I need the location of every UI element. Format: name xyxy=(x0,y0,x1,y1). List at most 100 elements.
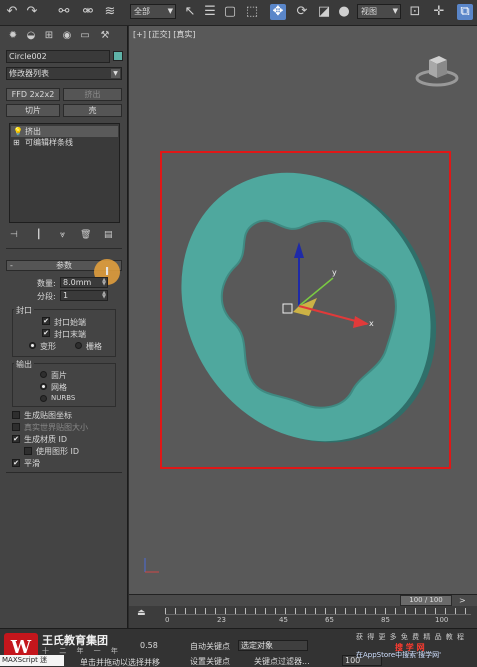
cap-start-checkbox[interactable]: ✔ xyxy=(42,317,50,325)
stack-item-extrude[interactable]: 💡 挤出 xyxy=(11,126,118,137)
tick-label: 23 xyxy=(217,616,226,624)
chevron-down-icon: ▼ xyxy=(392,7,398,15)
gen-mat-ids-checkbox[interactable]: ✔ xyxy=(12,435,20,443)
viewcube-icon[interactable] xyxy=(415,48,459,92)
reference-coordinate-dropdown[interactable]: 视图 ▼ xyxy=(357,4,401,19)
slice-button[interactable]: 切片 xyxy=(6,104,60,117)
time-slider-thumb[interactable]: 100 / 100 xyxy=(400,595,452,606)
tick-label: 65 xyxy=(325,616,334,624)
mesh-radio[interactable] xyxy=(40,383,47,390)
amount-value: 8.0mm xyxy=(63,278,92,287)
track-bar[interactable]: ⏏ 0 23 45 65 85 100 xyxy=(129,606,477,628)
modifier-list-dropdown[interactable]: 修改器列表 ▼ xyxy=(6,67,122,80)
object-name-field[interactable]: Circle002 xyxy=(6,50,110,63)
pin-stack-icon[interactable]: ⊣ xyxy=(10,230,18,240)
patch-radio[interactable] xyxy=(40,371,47,378)
use-shape-ids-checkbox[interactable] xyxy=(24,447,32,455)
real-world-checkbox[interactable] xyxy=(12,423,20,431)
viewport-label[interactable]: [+] [正交] [真实] xyxy=(133,29,196,40)
select-and-scale-icon[interactable]: ◪ xyxy=(316,4,332,20)
promo-appstore: 在AppStore中搜索'搜学网' xyxy=(356,651,442,659)
pivot-center-icon[interactable]: ⊡ xyxy=(407,4,423,20)
mini-curve-editor-icon[interactable]: ⏏ xyxy=(137,608,146,618)
grid-label: 栅格 xyxy=(86,342,102,351)
grid-radio[interactable] xyxy=(75,342,82,349)
redo-icon[interactable]: ↷ xyxy=(24,4,40,20)
make-unique-icon[interactable]: ⩔ xyxy=(60,230,65,240)
modify-tab-icon[interactable]: ◒ xyxy=(24,29,38,43)
unlink-icon[interactable]: ⚮ xyxy=(80,4,96,20)
patch-label: 面片 xyxy=(51,371,67,380)
remove-modifier-icon[interactable]: 🗑 xyxy=(80,230,91,240)
motion-tab-icon[interactable]: ◉ xyxy=(60,29,74,43)
gen-mapping-checkbox[interactable] xyxy=(12,411,20,419)
display-tab-icon[interactable]: ▭ xyxy=(78,29,92,43)
stack-item-label: 可编辑样条线 xyxy=(25,138,73,147)
smooth-checkbox[interactable]: ✔ xyxy=(12,459,20,467)
front-viewport[interactable]: [+] [正交] [真实] y x xyxy=(129,26,477,604)
ffd-button[interactable]: FFD 2x2x2 xyxy=(6,88,60,101)
placement-icon[interactable]: ● xyxy=(336,4,352,20)
cap-end-label: 封口末端 xyxy=(54,330,86,339)
select-and-move-icon[interactable]: ✥ xyxy=(270,4,286,20)
rollout-title: 参数 xyxy=(56,261,72,270)
link-icon[interactable]: ⚯ xyxy=(56,4,72,20)
smooth-label: 平滑 xyxy=(24,459,40,468)
bind-space-warp-icon[interactable]: ≋ xyxy=(102,4,118,20)
selection-filter-value: 全部 xyxy=(134,7,150,16)
key-filters-button[interactable]: 关键点过滤器... xyxy=(254,656,310,667)
lightbulb-icon[interactable]: 💡 xyxy=(13,126,23,137)
set-key-button[interactable]: 设置关键点 xyxy=(190,656,230,667)
reference-coordinate-value: 视图 xyxy=(361,7,377,16)
z-arrow-icon[interactable] xyxy=(294,242,304,258)
gizmo-y-label: y xyxy=(332,268,337,277)
nurbs-radio[interactable] xyxy=(40,395,47,402)
stack-item-editable-spline[interactable]: ⊞ 可编辑样条线 xyxy=(11,137,118,148)
show-end-result-icon[interactable]: ┃ xyxy=(36,230,41,240)
y-axis[interactable] xyxy=(298,277,334,307)
auto-key-button[interactable]: 自动关键点 xyxy=(190,641,230,652)
x-arrow-icon[interactable] xyxy=(353,316,369,328)
time-slider-track[interactable]: 100 / 100 > xyxy=(129,594,477,606)
rectangle-selection-icon[interactable]: ▢ xyxy=(222,4,238,20)
expand-plus-icon[interactable]: ⊞ xyxy=(13,137,20,148)
utilities-tab-icon[interactable]: ⚒ xyxy=(98,29,112,43)
real-world-label: 真实世界贴图大小 xyxy=(24,423,88,432)
amount-spinner[interactable]: 8.0mm ▲ ▼ xyxy=(60,277,108,288)
command-panel: ✹ ◒ ⊞ ◉ ▭ ⚒ Circle002 修改器列表 ▼ FFD 2x2x2 … xyxy=(0,26,128,667)
select-by-name-icon[interactable]: ☰ xyxy=(202,4,218,20)
divider xyxy=(6,248,122,249)
spinner-arrows-icon[interactable]: ▲ ▼ xyxy=(102,291,106,300)
window-crossing-icon[interactable]: ⬚ xyxy=(244,4,260,20)
undo-icon[interactable]: ↶ xyxy=(4,4,20,20)
cap-end-checkbox[interactable]: ✔ xyxy=(42,329,50,337)
mirror-icon[interactable]: ⧉ xyxy=(457,4,473,20)
tick-label: 45 xyxy=(279,616,288,624)
move-gizmo-icon[interactable]: ✛ xyxy=(431,4,447,20)
amount-label: 数量: xyxy=(37,279,56,288)
morph-label: 变形 xyxy=(40,342,56,351)
stack-tools: ⊣ ┃ ⩔ 🗑 ▤ xyxy=(10,230,120,242)
next-frame-icon[interactable]: > xyxy=(459,596,466,605)
extrude-button[interactable]: 挤出 xyxy=(63,88,122,101)
hierarchy-tab-icon[interactable]: ⊞ xyxy=(42,29,56,43)
tick-label: 100 xyxy=(435,616,449,624)
tick-label: 0 xyxy=(165,616,170,624)
chevron-down-icon: ▼ xyxy=(111,69,120,78)
select-and-rotate-icon[interactable]: ⟳ xyxy=(294,4,310,20)
shell-button[interactable]: 壳 xyxy=(63,104,122,117)
status-bar: W 王氏教育集团 十 二 年 一 年 MAXScript 迷 单击并拖动以选择并… xyxy=(0,628,477,667)
maxscript-listener[interactable]: MAXScript 迷 xyxy=(0,655,64,666)
spinner-arrows-icon[interactable]: ▲ ▼ xyxy=(102,278,106,287)
morph-radio[interactable] xyxy=(29,342,36,349)
object-color-swatch[interactable] xyxy=(113,51,123,61)
create-tab-icon[interactable]: ✹ xyxy=(6,29,20,43)
key-target-dropdown[interactable]: 选定对象 xyxy=(238,640,308,651)
select-object-icon[interactable]: ↖ xyxy=(182,4,198,20)
transform-gizmo[interactable] xyxy=(279,236,379,346)
selection-filter-dropdown[interactable]: 全部 ▼ xyxy=(130,4,176,19)
configure-sets-icon[interactable]: ▤ xyxy=(104,230,113,240)
key-target-value: 选定对象 xyxy=(241,641,273,650)
segments-spinner[interactable]: 1 ▲ ▼ xyxy=(60,290,108,301)
segments-value: 1 xyxy=(63,291,69,300)
